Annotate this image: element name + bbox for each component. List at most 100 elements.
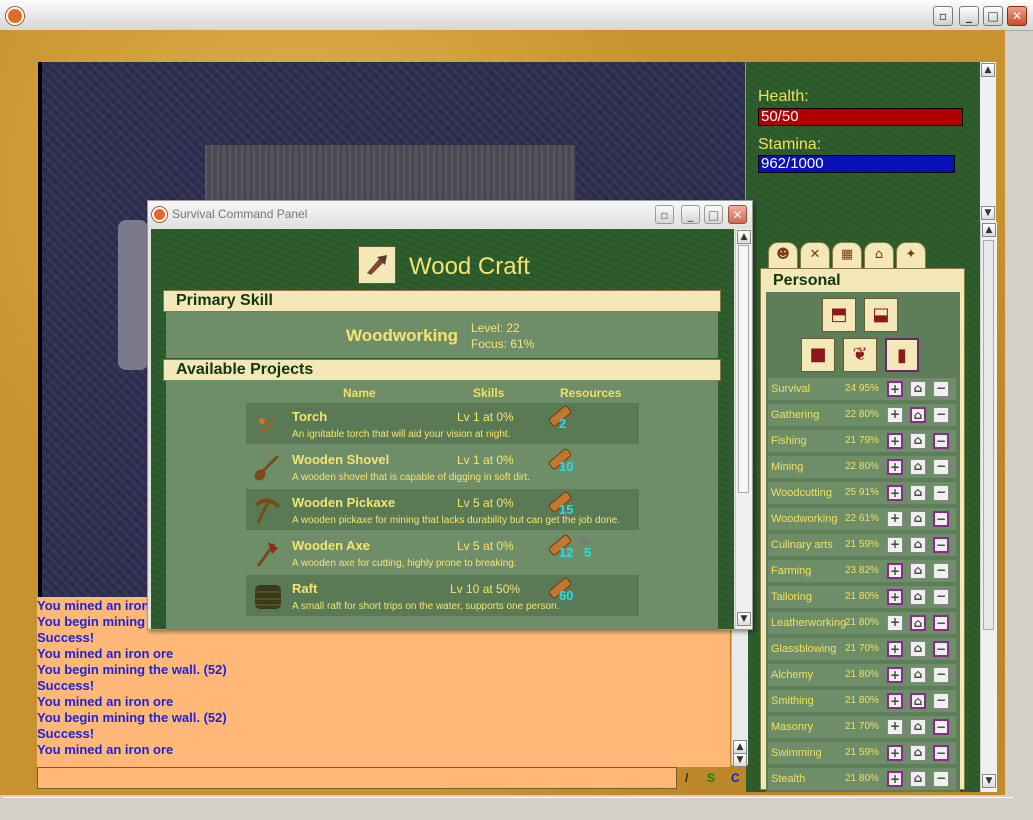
skill-lock-icon[interactable]: ⌂ [910,589,926,605]
skill-raise-button[interactable]: + [887,615,903,631]
skill-raise-button[interactable]: + [887,563,903,579]
stone-count: 5 [584,545,592,560]
leaf-button[interactable]: ❦ [843,338,877,372]
scroll-up-icon[interactable]: ▲ [737,230,751,244]
skill-lock-icon[interactable]: ⌂ [910,537,926,553]
scroll-down-icon[interactable]: ▼ [733,753,747,767]
skill-name: Culinary arts [771,539,833,551]
tab-map[interactable]: ▦ [832,242,862,268]
skill-lock-icon[interactable]: ⌂ [910,719,926,735]
dialog-minimize-button[interactable]: _ [681,205,700,224]
inventory-out-button[interactable]: ⬓ [864,298,898,332]
skill-lower-button[interactable]: − [933,511,949,527]
skill-lock-icon[interactable]: ⌂ [910,485,926,501]
skill-lower-button[interactable]: − [933,719,949,735]
skill-row: Smithing 21 80% + ⌂ − [768,690,956,712]
scroll-up-icon[interactable]: ▲ [733,740,747,754]
skill-raise-button[interactable]: + [887,667,903,683]
skill-lower-button[interactable]: − [933,771,949,787]
skill-raise-button[interactable]: + [887,511,903,527]
project-row[interactable]: Raft Lv 10 at 50% A small raft for short t… [246,575,639,616]
skill-lower-button[interactable]: − [933,433,949,449]
stats-chart-button[interactable]: ▮ [885,338,919,372]
skill-raise-button[interactable]: + [887,641,903,657]
chat-scrollbar[interactable]: ▲ ▼ [731,630,748,767]
project-row[interactable]: Wooden Shovel Lv 1 at 0% A wooden shovel t… [246,446,639,487]
skill-lower-button[interactable]: − [933,485,949,501]
skill-lower-button[interactable]: − [933,745,949,761]
skill-lower-button[interactable]: − [933,407,949,423]
say-button[interactable]: S [707,771,715,785]
dialog-close-button[interactable]: ✕ [728,205,747,224]
skill-lower-button[interactable]: − [933,459,949,475]
project-row[interactable]: Torch Lv 1 at 0% An ignitable torch that w… [246,403,639,444]
dialog-scrollbar[interactable]: ▲ ▼ [735,229,752,629]
skill-raise-button[interactable]: + [887,433,903,449]
scroll-thumb[interactable] [983,240,994,630]
skill-raise-button[interactable]: + [887,771,903,787]
app-icon [6,7,24,25]
project-description: A wooden axe for cutting, highly prone t… [292,558,517,569]
skill-lock-icon[interactable]: ⌂ [910,771,926,787]
skill-lock-icon[interactable]: ⌂ [910,667,926,683]
skill-lock-icon[interactable]: ⌂ [910,511,926,527]
project-row[interactable]: Wooden Pickaxe Lv 5 at 0% A wooden pickaxe… [246,489,639,530]
scroll-down-icon[interactable]: ▼ [737,612,751,626]
skill-raise-button[interactable]: + [887,719,903,735]
scroll-down-icon[interactable]: ▼ [982,774,996,788]
outer-scrollbar[interactable]: ▲ ▼ [980,222,997,792]
project-row[interactable]: Wooden Axe Lv 5 at 0% A wooden axe for cut… [246,532,639,573]
skill-lower-button[interactable]: − [933,537,949,553]
skill-name: Farming [771,565,812,577]
skill-lower-button[interactable]: − [933,381,949,397]
scroll-thumb[interactable] [738,245,749,493]
skill-raise-button[interactable]: + [887,745,903,761]
skill-lower-button[interactable]: − [933,693,949,709]
record-button[interactable]: ■ [801,338,835,372]
skill-row: Woodcutting 25 91% + ⌂ − [768,482,956,504]
skill-value: 21 70% [845,721,879,732]
skill-raise-button[interactable]: + [887,537,903,553]
skill-lock-icon[interactable]: ⌂ [910,693,926,709]
tab-combat[interactable]: ✦ [896,242,926,268]
skill-lower-button[interactable]: − [933,641,949,657]
column-resources: Resources [560,386,622,400]
dialog-restore-button[interactable]: ▫ [655,205,674,224]
tab-craft[interactable]: ✕ [800,242,830,268]
maximize-button[interactable]: □ [983,6,1003,26]
skill-lower-button[interactable]: − [933,563,949,579]
skill-raise-button[interactable]: + [887,459,903,475]
primary-skill-name: Woodworking [346,326,459,345]
skill-lower-button[interactable]: − [933,615,949,631]
skill-lock-icon[interactable]: ⌂ [910,615,926,631]
tab-personal[interactable]: ☻ [768,242,798,268]
skill-lock-icon[interactable]: ⌂ [910,641,926,657]
skill-lock-icon[interactable]: ⌂ [910,745,926,761]
inventory-in-button[interactable]: ⬒ [822,298,856,332]
skill-lock-icon[interactable]: ⌂ [910,407,926,423]
restore-button[interactable]: ▫ [933,6,953,26]
skill-lock-icon[interactable]: ⌂ [910,381,926,397]
scroll-down-icon[interactable]: ▼ [981,206,995,220]
skill-raise-button[interactable]: + [887,407,903,423]
skill-lock-icon[interactable]: ⌂ [910,459,926,475]
scroll-up-icon[interactable]: ▲ [981,63,995,77]
skill-lower-button[interactable]: − [933,667,949,683]
primary-skill-box: Woodworking Level: 22 Focus: 61% [166,312,718,358]
scroll-up-icon[interactable]: ▲ [982,223,996,237]
dialog-maximize-button[interactable]: □ [704,205,723,224]
tab-build[interactable]: ⌂ [864,242,894,268]
slash-button[interactable]: / [685,771,688,785]
minimize-button[interactable]: _ [959,6,979,26]
skill-lock-icon[interactable]: ⌂ [910,563,926,579]
skill-lock-icon[interactable]: ⌂ [910,433,926,449]
chat-input[interactable] [37,767,677,789]
skill-lower-button[interactable]: − [933,589,949,605]
close-button[interactable]: ✕ [1007,6,1027,26]
skill-raise-button[interactable]: + [887,693,903,709]
channel-button[interactable]: C [731,771,740,785]
skill-raise-button[interactable]: + [887,485,903,501]
skill-raise-button[interactable]: + [887,381,903,397]
skill-raise-button[interactable]: + [887,589,903,605]
dialog-titlebar[interactable]: Survival Command Panel ▫ _ □ ✕ [148,201,752,228]
